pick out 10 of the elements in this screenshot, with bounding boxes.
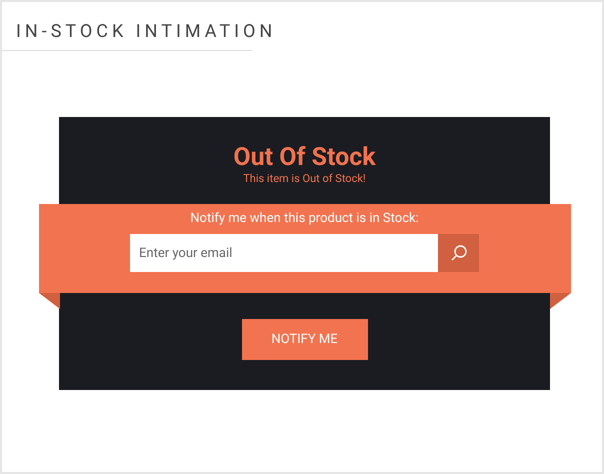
notify-button[interactable]: NOTIFY ME [242,319,368,360]
ribbon-fold [38,293,60,309]
card-title: Out Of Stock [233,143,376,173]
search-icon [450,244,468,262]
search-button[interactable] [438,234,479,272]
section-title: IN-STOCK INTIMATION [16,21,276,42]
card-subtitle: This item is Out of Stock! [243,173,366,185]
email-field[interactable]: Enter your email [130,234,438,272]
ribbon-fold [550,293,570,309]
notify-prompt: Notify me when this product is in Stock: [190,211,419,227]
